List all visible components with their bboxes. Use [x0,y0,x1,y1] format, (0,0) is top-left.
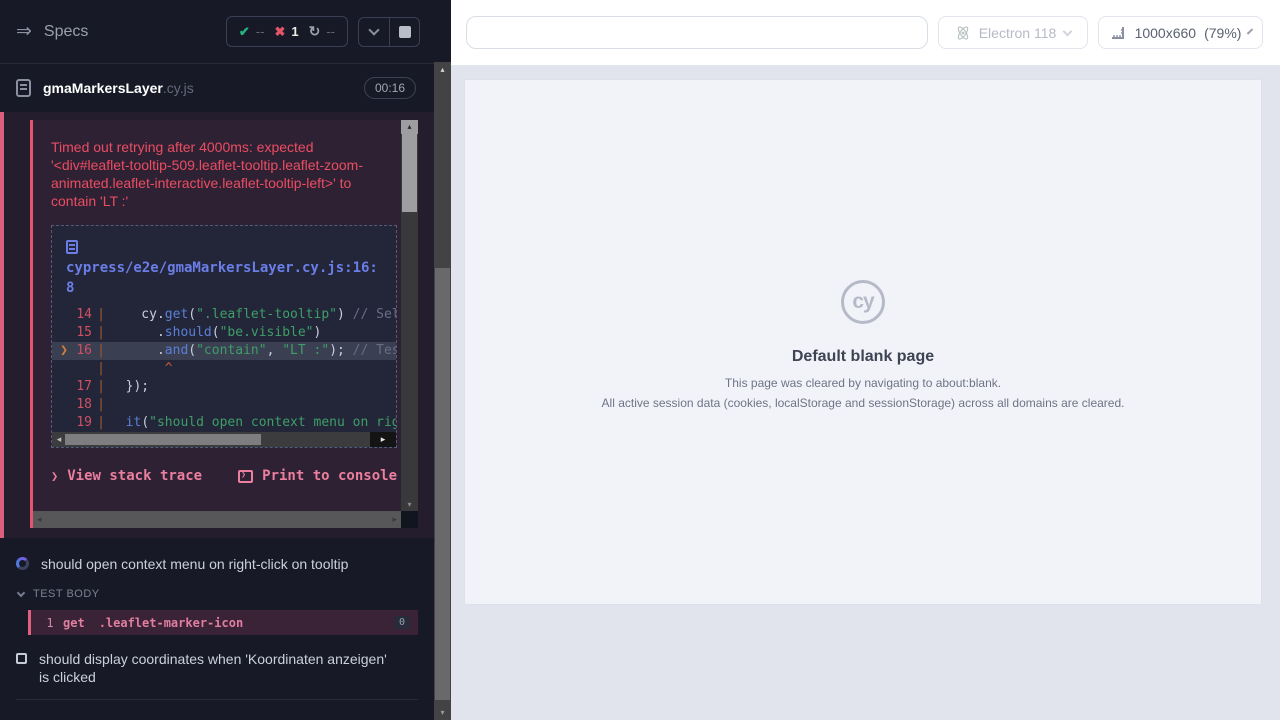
code-line: 17| }); [52,378,396,396]
error-message: Timed out retrying after 4000ms: expecte… [51,138,384,210]
code-line: ❯16| .and("contain", "LT :"); // Test [52,342,396,360]
running-spinner-icon [16,557,29,570]
reporter-header: ⇒ Specs ✔ -- ✖ 1 ↻ -- [0,0,434,64]
error-code-frame: cypress/e2e/gmaMarkersLayer.cy.js:16:8 1… [51,225,397,448]
scroll-down-icon[interactable]: ▾ [434,708,451,717]
spec-extension: .cy.js [163,80,194,96]
specs-title: Specs [44,23,226,41]
pending-test-icon [16,653,27,664]
aut-toolbar: Electron 118 1000x660 (79%) [451,0,1280,65]
test-body-toggle[interactable]: TEST BODY [16,578,418,608]
browser-label: Electron 118 [979,25,1057,41]
viewport-scale: (79%) [1204,25,1241,41]
failed-icon: ✖ [274,24,285,40]
spec-timer: 00:16 [364,77,416,99]
code-line: 18| [52,396,396,414]
chevron-down-icon [17,588,25,596]
test-row-running[interactable]: should open context menu on right-click … [16,550,418,578]
spec-row[interactable]: gmaMarkersLayer .cy.js 00:16 [0,64,434,112]
command-method: get [63,616,85,630]
chevron-down-icon [1063,26,1073,36]
scroll-left-icon[interactable]: ◂ [37,514,42,525]
collapse-all-button[interactable] [359,18,389,46]
viewport-selector[interactable]: 1000x660 (79%) [1098,16,1263,49]
code-line: | ^ [52,360,396,378]
reporter-panel: ⇒ Specs ✔ -- ✖ 1 ↻ -- gmaMarkersLayer .cy.j… [0,0,451,720]
test-stats: ✔ -- ✖ 1 ↻ -- [226,16,348,47]
scroll-up-icon[interactable]: ▴ [434,65,451,74]
chevron-down-icon [368,24,379,35]
running-icon: ↻ [309,23,321,40]
scroll-right-icon[interactable]: ▸ [392,514,397,525]
command-target: .leaflet-marker-icon [99,616,394,630]
file-icon [66,240,78,254]
specs-list-icon[interactable]: ⇒ [16,20,32,43]
failed-count: 1 [291,24,298,39]
failed-test-attempt: Timed out retrying after 4000ms: expecte… [0,112,434,538]
spec-name: gmaMarkersLayer [43,80,163,96]
test-title: should open context menu on right-click … [41,555,348,573]
test-title: should display coordinates when 'Koordin… [39,650,388,686]
blank-page-title: Default blank page [465,348,1261,366]
passed-count: -- [256,24,265,39]
cypress-logo: cy [841,280,885,324]
error-file-link[interactable]: cypress/e2e/gmaMarkersLayer.cy.js:16:8 [52,238,396,306]
code-line: 14| cy.get(".leaflet-tooltip") // Sele [52,306,396,324]
scroll-right-icon[interactable]: ▸ [370,432,396,447]
stop-icon [399,26,411,38]
print-to-console-button[interactable]: Print to console [238,468,397,484]
console-icon [238,470,253,483]
passed-icon: ✔ [239,24,250,40]
scrollbar-thumb[interactable] [65,434,261,445]
element-count-badge: 0 [394,616,410,629]
error-horizontal-scrollbar[interactable]: ◂ ▸ [33,511,401,528]
chevron-down-icon [1247,28,1253,34]
aut-panel: Electron 118 1000x660 (79%) cy Default b… [451,0,1280,720]
reporter-scrollbar[interactable]: ▴ ▾ [434,62,451,720]
command-number: 1 [37,616,63,630]
address-bar[interactable] [466,16,928,49]
view-stack-trace-button[interactable]: ❯ View stack trace [51,468,202,484]
scroll-left-icon[interactable]: ◂ [52,434,66,445]
scrollbar-corner [401,511,418,528]
blank-page-line1: This page was cleared by navigating to a… [465,376,1261,390]
code-line: 15| .should("be.visible") [52,324,396,342]
test-body-label: TEST BODY [33,588,100,600]
stop-run-button[interactable] [389,18,419,46]
blank-page-message: cy Default blank page This page was clea… [465,80,1261,410]
error-block: Timed out retrying after 4000ms: expecte… [30,120,418,528]
pending-count: -- [326,24,335,39]
scroll-down-icon[interactable]: ▾ [401,500,418,509]
scroll-up-icon[interactable]: ▴ [401,120,418,134]
electron-icon [955,25,971,41]
error-vertical-scrollbar[interactable]: ▴ ▾ [401,120,418,511]
divider [16,699,418,700]
test-list: should open context menu on right-click … [0,538,434,700]
test-row-pending[interactable]: should display coordinates when 'Koordin… [16,645,388,691]
aut-iframe: cy Default blank page This page was clea… [465,80,1261,604]
cypress-app: ⇒ Specs ✔ -- ✖ 1 ↻ -- gmaMarkersLayer .cy.j… [0,0,1280,720]
code-horizontal-scrollbar[interactable]: ◂ ▸ [52,432,396,447]
scrollbar-thumb[interactable] [402,134,417,212]
browser-selector[interactable]: Electron 118 [938,16,1088,49]
code-snippet: 14| cy.get(".leaflet-tooltip") // Sele15… [52,306,396,432]
spec-file-icon [16,79,31,97]
chevron-right-icon: ❯ [51,469,58,483]
code-line: 19| it("should open context menu on righ [52,414,396,432]
blank-page-line2: All active session data (cookies, localS… [465,396,1261,410]
scrollbar-thumb[interactable] [435,268,450,700]
viewport-size: 1000x660 [1135,25,1197,41]
command-log-row[interactable]: 1 get .leaflet-marker-icon 0 [28,610,418,635]
viewport-size-icon [1110,25,1127,41]
